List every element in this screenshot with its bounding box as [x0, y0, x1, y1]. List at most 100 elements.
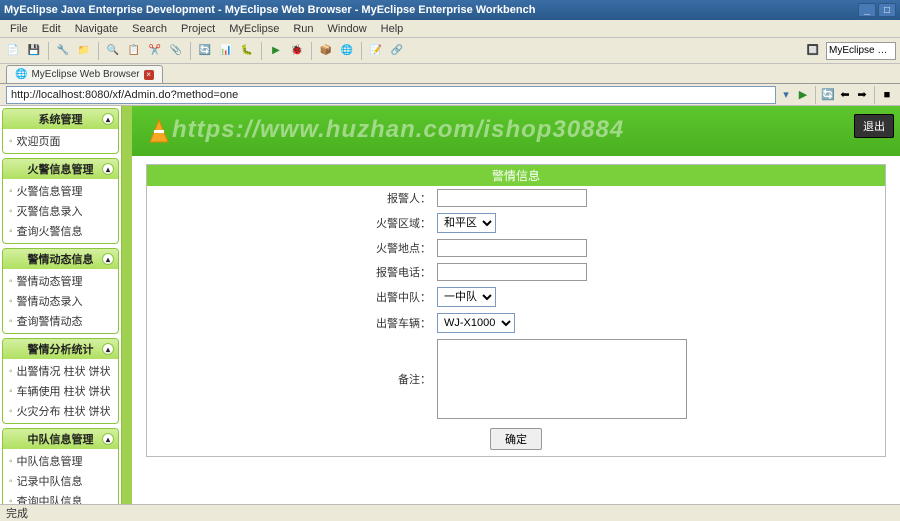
collapse-icon[interactable]: ▴: [102, 433, 114, 445]
input-phone[interactable]: [437, 263, 587, 281]
sidebar-item[interactable]: 火警信息管理: [9, 183, 112, 199]
separator: [874, 86, 875, 104]
separator: [48, 42, 49, 60]
sidebar-item[interactable]: 警情动态管理: [9, 273, 112, 289]
collapse-icon[interactable]: ▴: [102, 343, 114, 355]
url-bar: ▾ ▶ 🔄 ⬅ ➡ ■: [0, 84, 900, 106]
url-input[interactable]: [6, 86, 776, 104]
panel-header[interactable]: 中队信息管理 ▴: [3, 429, 118, 449]
cone-icon: [144, 116, 174, 146]
menu-navigate[interactable]: Navigate: [69, 22, 124, 36]
tool-icon[interactable]: 📦: [317, 42, 335, 60]
tab-browser[interactable]: 🌐 MyEclipse Web Browser ×: [6, 65, 163, 83]
menu-window[interactable]: Window: [322, 22, 373, 36]
sidebar-item[interactable]: 灭警信息录入: [9, 203, 112, 219]
form-row-vehicle: 出警车辆： WJ-X1000: [147, 310, 885, 336]
label-reporter: 报警人：: [147, 190, 437, 206]
exit-button[interactable]: 退出: [854, 114, 894, 138]
collapse-icon[interactable]: ▴: [102, 253, 114, 265]
select-squad[interactable]: 一中队: [437, 287, 496, 307]
label-phone: 报警电话：: [147, 264, 437, 280]
editor-tabs: 🌐 MyEclipse Web Browser ×: [0, 64, 900, 84]
label-area: 火警区域：: [147, 215, 437, 231]
panel-header[interactable]: 火警信息管理 ▴: [3, 159, 118, 179]
tool-icon[interactable]: 🌐: [338, 42, 356, 60]
globe-icon: 🌐: [15, 69, 27, 80]
window-titlebar: MyEclipse Java Enterprise Development - …: [0, 0, 900, 20]
panel-title: 警情分析统计: [28, 341, 94, 357]
tool-icon[interactable]: 🔧: [54, 42, 72, 60]
run-icon[interactable]: ▶: [267, 42, 285, 60]
panel-header[interactable]: 警情分析统计 ▴: [3, 339, 118, 359]
sidebar-item[interactable]: 出警情况 柱状 饼状: [9, 363, 112, 379]
tool-icon[interactable]: 📊: [217, 42, 235, 60]
status-bar: 完成: [0, 504, 900, 520]
close-icon[interactable]: ×: [144, 70, 154, 80]
tool-icon[interactable]: 📋: [125, 42, 143, 60]
menu-myeclipse[interactable]: MyEclipse: [223, 22, 285, 36]
tool-icon[interactable]: 📝: [367, 42, 385, 60]
banner: https://www.huzhan.com/ishop30884 退出: [132, 106, 900, 156]
sidebar-item[interactable]: 查询警情动态: [9, 313, 112, 329]
menu-file[interactable]: File: [4, 22, 34, 36]
sidebar-item[interactable]: 车辆使用 柱状 饼状: [9, 383, 112, 399]
label-location: 火警地点：: [147, 240, 437, 256]
select-area[interactable]: 和平区: [437, 213, 496, 233]
panel-body: 欢迎页面: [3, 129, 118, 153]
dropdown-icon[interactable]: ▾: [779, 88, 793, 102]
panel-body: 中队信息管理记录中队信息查询中队信息: [3, 449, 118, 504]
sidebar-item[interactable]: 记录中队信息: [9, 473, 112, 489]
new-icon[interactable]: 📄: [4, 42, 22, 60]
form-row-phone: 报警电话：: [147, 260, 885, 284]
tool-icon[interactable]: 🐛: [238, 42, 256, 60]
menu-edit[interactable]: Edit: [36, 22, 67, 36]
label-remark: 备注：: [147, 371, 437, 387]
stop-icon[interactable]: ■: [880, 88, 894, 102]
sidebar-item[interactable]: 查询火警信息: [9, 223, 112, 239]
sidebar-item[interactable]: 查询中队信息: [9, 493, 112, 504]
input-reporter[interactable]: [437, 189, 587, 207]
sidebar-panel: 中队信息管理▴中队信息管理记录中队信息查询中队信息: [2, 428, 119, 504]
nav-icon[interactable]: ⬅: [838, 88, 852, 102]
menu-help[interactable]: Help: [375, 22, 410, 36]
menu-search[interactable]: Search: [126, 22, 173, 36]
tool-icon[interactable]: 🔄: [196, 42, 214, 60]
sidebar-scrollbar[interactable]: [122, 106, 132, 504]
textarea-remark[interactable]: [437, 339, 687, 419]
save-icon[interactable]: 💾: [25, 42, 43, 60]
sidebar-item[interactable]: 火灾分布 柱状 饼状: [9, 403, 112, 419]
submit-button[interactable]: 确定: [490, 428, 542, 450]
tool-icon[interactable]: 🔗: [388, 42, 406, 60]
panel-body: 警情动态管理警情动态录入查询警情动态: [3, 269, 118, 333]
submit-row: 确定: [147, 422, 885, 456]
collapse-icon[interactable]: ▴: [102, 163, 114, 175]
sidebar-item[interactable]: 欢迎页面: [9, 133, 112, 149]
tool-icon[interactable]: ✂️: [146, 42, 164, 60]
go-icon[interactable]: ▶: [796, 88, 810, 102]
tool-icon[interactable]: 📎: [167, 42, 185, 60]
status-text: 完成: [6, 505, 28, 521]
minimize-button[interactable]: _: [858, 3, 876, 17]
menu-run[interactable]: Run: [287, 22, 319, 36]
menu-project[interactable]: Project: [175, 22, 221, 36]
panel-header[interactable]: 系统管理 ▴: [3, 109, 118, 129]
nav-icon[interactable]: ➡: [855, 88, 869, 102]
select-vehicle[interactable]: WJ-X1000: [437, 313, 515, 333]
input-location[interactable]: [437, 239, 587, 257]
panel-title: 火警信息管理: [28, 161, 94, 177]
panel-title: 中队信息管理: [28, 431, 94, 447]
sidebar-item[interactable]: 警情动态录入: [9, 293, 112, 309]
panel-title: 系统管理: [39, 111, 83, 127]
debug-icon[interactable]: 🐞: [288, 42, 306, 60]
tool-icon[interactable]: 📁: [75, 42, 93, 60]
sidebar-item[interactable]: 中队信息管理: [9, 453, 112, 469]
main-toolbar: 📄 💾 🔧 📁 🔍 📋 ✂️ 📎 🔄 📊 🐛 ▶ 🐞 📦 🌐 📝 🔗 🔲 MyE…: [0, 38, 900, 64]
maximize-button[interactable]: □: [878, 3, 896, 17]
collapse-icon[interactable]: ▴: [102, 113, 114, 125]
tool-icon[interactable]: 🔍: [104, 42, 122, 60]
panel-header[interactable]: 警情动态信息 ▴: [3, 249, 118, 269]
panel-title: 警情动态信息: [28, 251, 94, 267]
nav-icon[interactable]: 🔄: [821, 88, 835, 102]
perspective-icon[interactable]: 🔲: [804, 42, 822, 60]
perspective-label[interactable]: MyEclipse …: [826, 42, 896, 60]
